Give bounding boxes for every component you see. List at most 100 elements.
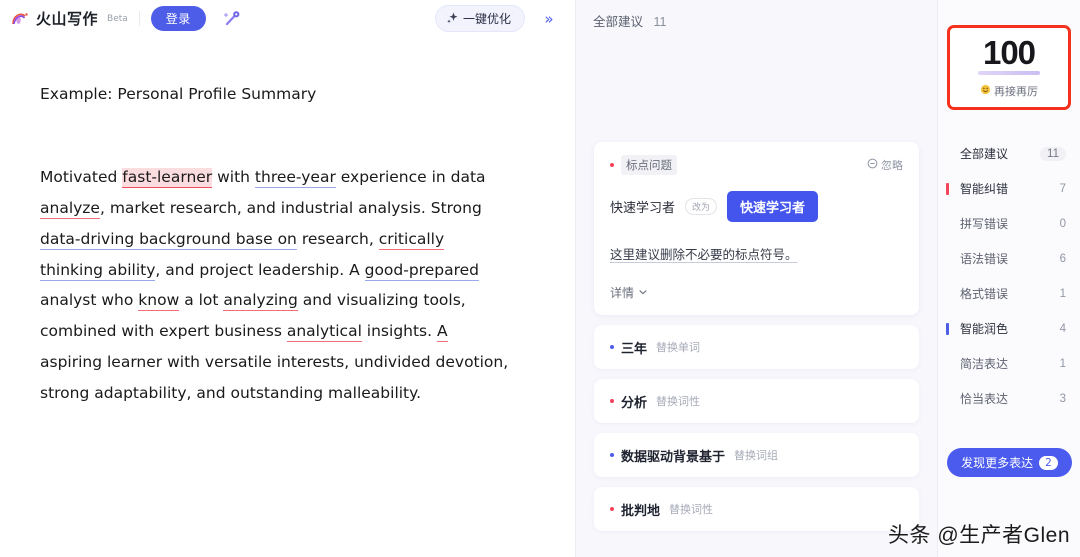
- stats-panel: 100 再接再厉 全部建议 11 智能纠错 7 拼写错误 0 语法错误 6 格式错误 1 智能润色 4…: [937, 0, 1080, 557]
- doc-text-run: experience in data: [335, 168, 486, 187]
- brand-name: 火山写作: [36, 11, 99, 28]
- suggestion-row[interactable]: 三年 替换单词: [594, 325, 919, 369]
- watermark: 头条 @生产者Glen: [887, 524, 1070, 547]
- volcano-logo-icon: [10, 8, 31, 29]
- suggestion-details-toggle[interactable]: 详情: [610, 284, 903, 301]
- stat-name: 全部建议: [960, 147, 1009, 161]
- stat-value: 1: [1059, 287, 1066, 300]
- stat-value: 4: [1059, 322, 1066, 335]
- stat-row[interactable]: 拼写错误 0: [938, 206, 1080, 241]
- stat-row[interactable]: 智能纠错 7: [938, 171, 1080, 206]
- score-label-text: 再接再厉: [994, 86, 1038, 98]
- stat-value: 1: [1059, 357, 1066, 370]
- stat-value: 0: [1059, 217, 1066, 230]
- top-toolbar: 火山写作 Beta 登录 一键优化 »: [0, 0, 575, 37]
- doc-marked-error[interactable]: know: [138, 291, 180, 312]
- suggestion-row[interactable]: 批判地 替换词性: [594, 487, 919, 531]
- beta-badge: Beta: [107, 13, 128, 24]
- doc-marked-error[interactable]: analyzing: [223, 291, 298, 312]
- chevron-down-icon: [638, 286, 648, 300]
- sparkle-icon: [446, 11, 459, 27]
- doc-marked-error[interactable]: analyze: [40, 199, 100, 220]
- stat-name: 拼写错误: [960, 217, 1009, 231]
- stat-name: 智能纠错: [960, 182, 1009, 196]
- double-chevron-right-icon[interactable]: »: [537, 7, 561, 31]
- app-root: 火山写作 Beta 登录 一键优化 » Example: Personal Pr…: [0, 0, 1080, 557]
- change-to-pill: 改为: [685, 198, 718, 215]
- suggestion-row-type: 替换单词: [656, 342, 701, 354]
- minus-circle-icon: [867, 158, 878, 172]
- doc-text-run: with: [212, 168, 255, 187]
- stat-marker: [946, 182, 949, 195]
- suggestions-header-label: 全部建议: [593, 15, 644, 29]
- toolbar-divider: [138, 11, 140, 26]
- doc-marked-polish[interactable]: three-year: [254, 168, 336, 189]
- document-body[interactable]: Motivated fast-learner with three-year e…: [40, 162, 510, 408]
- stat-row[interactable]: 全部建议 11: [938, 136, 1080, 171]
- ignore-button[interactable]: 忽略: [867, 157, 903, 173]
- doc-text-run: aspiring learner with versatile interest…: [40, 353, 509, 402]
- document-title: Example: Personal Profile Summary: [40, 85, 317, 103]
- doc-text-run: Motivated: [40, 168, 123, 187]
- brand: 火山写作 Beta: [10, 8, 128, 29]
- doc-marked-error[interactable]: A: [436, 322, 448, 343]
- stat-name: 简洁表达: [960, 357, 1009, 371]
- stat-value: 3: [1059, 392, 1066, 405]
- suggestion-row-dot: [610, 399, 614, 403]
- score-value: 100: [982, 34, 1036, 71]
- suggestion-tag: 标点问题: [621, 155, 677, 175]
- stat-row[interactable]: 语法错误 6: [938, 241, 1080, 276]
- doc-marked-polish[interactable]: thinking ability: [40, 260, 156, 281]
- stat-name: 恰当表达: [960, 392, 1009, 406]
- suggestion-row-dot: [610, 345, 614, 349]
- login-button[interactable]: 登录: [150, 6, 206, 31]
- score-underline-decoration: [978, 71, 1040, 75]
- details-label: 详情: [610, 286, 635, 300]
- suggestions-panel: 全部建议 11 标点问题 忽略 快速学习者 改为 快速学习者 这里建议删除不必要…: [575, 0, 937, 557]
- discover-label: 发现更多表达: [961, 456, 1034, 470]
- document-area[interactable]: Example: Personal Profile Summary Motiva…: [0, 37, 575, 409]
- doc-text-run: , market research, and industrial analys…: [99, 199, 482, 218]
- doc-text-run: a lot: [179, 291, 224, 310]
- suggestion-row-dot: [610, 453, 614, 457]
- stat-list: 全部建议 11 智能纠错 7 拼写错误 0 语法错误 6 格式错误 1 智能润色 4 简洁表达 1 恰当表达…: [938, 136, 1080, 416]
- doc-marked-error-highlight[interactable]: fast-learner: [122, 168, 213, 189]
- magic-wand-icon[interactable]: [220, 6, 246, 32]
- original-text: 快速学习者: [610, 200, 676, 215]
- stat-name: 格式错误: [960, 287, 1009, 301]
- stat-name: 智能润色: [960, 322, 1009, 336]
- suggestion-row[interactable]: 数据驱动背景基于 替换词组: [594, 433, 919, 477]
- score-label: 再接再厉: [980, 83, 1038, 99]
- collapsed-suggestion-rows: 三年 替换单词 分析 替换词性 数据驱动背景基于 替换词组 批判地 替换词性: [576, 325, 937, 531]
- one-click-optimize-button[interactable]: 一键优化: [434, 5, 525, 32]
- ignore-label: 忽略: [881, 160, 903, 172]
- suggestions-header: 全部建议 11: [576, 0, 937, 30]
- stat-row[interactable]: 恰当表达 3: [938, 381, 1080, 416]
- apply-replacement-button[interactable]: 快速学习者: [727, 191, 819, 222]
- suggestion-row-word: 三年: [621, 340, 648, 356]
- smile-emoji-icon: [980, 84, 991, 98]
- suggestion-replacement-row: 快速学习者 改为 快速学习者: [610, 191, 903, 222]
- stat-row[interactable]: 简洁表达 1: [938, 346, 1080, 381]
- stat-row[interactable]: 格式错误 1: [938, 276, 1080, 311]
- stat-value: 11: [1040, 146, 1066, 161]
- suggestion-type-dot: [610, 163, 614, 167]
- doc-marked-error[interactable]: critically: [378, 229, 445, 250]
- suggestion-row-word: 数据驱动背景基于: [621, 448, 726, 464]
- discover-badge: 2: [1039, 455, 1058, 470]
- suggestion-card[interactable]: 标点问题 忽略 快速学习者 改为 快速学习者 这里建议删除不必要的标点符号。 详…: [594, 142, 919, 315]
- doc-marked-polish[interactable]: good-prepared: [364, 260, 479, 281]
- suggestions-list: 标点问题 忽略 快速学习者 改为 快速学习者 这里建议删除不必要的标点符号。 详…: [576, 142, 937, 531]
- suggestion-row[interactable]: 分析 替换词性: [594, 379, 919, 423]
- discover-more-button[interactable]: 发现更多表达 2: [947, 448, 1072, 477]
- stat-name: 语法错误: [960, 252, 1009, 266]
- stat-row[interactable]: 智能润色 4: [938, 311, 1080, 346]
- suggestion-row-type: 替换词性: [669, 504, 714, 516]
- doc-marked-polish[interactable]: data-driving background base on: [40, 229, 297, 250]
- doc-text-run: insights.: [361, 322, 437, 341]
- optimize-label: 一键优化: [462, 12, 511, 26]
- doc-marked-error[interactable]: analytical: [286, 322, 362, 343]
- suggestion-row-type: 替换词性: [656, 396, 701, 408]
- suggestions-header-count: 11: [653, 15, 667, 29]
- suggestion-card-header: 标点问题 忽略: [610, 155, 903, 175]
